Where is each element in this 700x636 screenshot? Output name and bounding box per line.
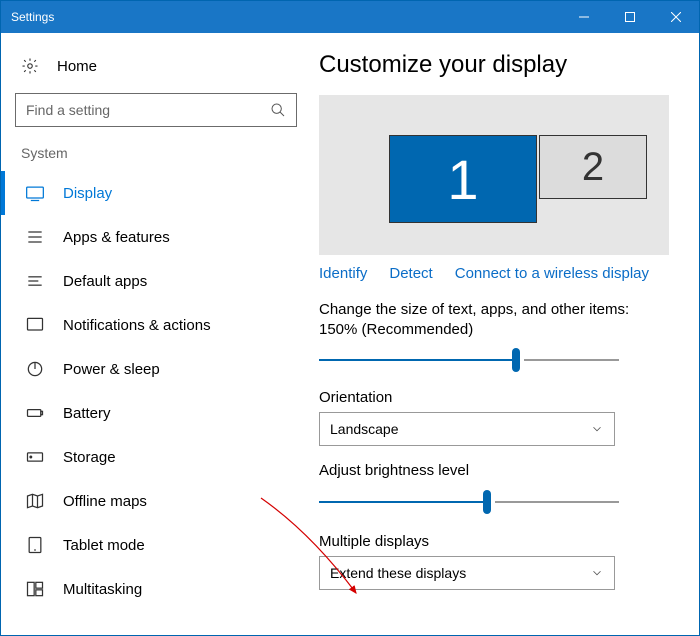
search-input[interactable]: Find a setting: [15, 93, 297, 127]
nav-label: Storage: [63, 449, 116, 466]
nav-label: Multitasking: [63, 581, 142, 598]
slider-track-empty: [495, 501, 619, 503]
power-icon: [25, 359, 45, 379]
scale-slider[interactable]: [319, 343, 619, 377]
gear-icon: [21, 57, 39, 75]
main-content: Customize your display 1 2 Identify Dete…: [311, 33, 699, 635]
maximize-button[interactable]: [607, 1, 653, 33]
slider-track-filled: [319, 501, 487, 503]
display-icon: [25, 183, 45, 203]
home-label: Home: [57, 58, 97, 75]
nav-label: Battery: [63, 405, 111, 422]
nav-label: Display: [63, 185, 112, 202]
nav-item-offline-maps[interactable]: Offline maps: [1, 479, 311, 523]
home-button[interactable]: Home: [1, 49, 311, 93]
multiple-displays-dropdown[interactable]: Extend these displays: [319, 556, 615, 590]
map-icon: [25, 491, 45, 511]
orientation-dropdown[interactable]: Landscape: [319, 412, 615, 446]
window-title: Settings: [11, 10, 54, 24]
scale-text: Change the size of text, apps, and other…: [319, 300, 669, 341]
nav-item-display[interactable]: Display: [1, 171, 311, 215]
battery-icon: [25, 403, 45, 423]
nav-label: Apps & features: [63, 229, 170, 246]
monitor-2[interactable]: 2: [539, 135, 647, 199]
nav-item-battery[interactable]: Battery: [1, 391, 311, 435]
preview-actions: Identify Detect Connect to a wireless di…: [319, 265, 669, 282]
detect-link[interactable]: Detect: [389, 265, 432, 282]
brightness-slider[interactable]: [319, 485, 619, 519]
nav-label: Default apps: [63, 273, 147, 290]
orientation-value: Landscape: [330, 421, 399, 437]
slider-track-filled: [319, 359, 516, 361]
chevron-down-icon: [590, 566, 604, 580]
nav-label: Tablet mode: [63, 537, 145, 554]
nav-item-tablet-mode[interactable]: Tablet mode: [1, 523, 311, 567]
close-button[interactable]: [653, 1, 699, 33]
maximize-icon: [625, 12, 635, 22]
settings-window: Settings Home Find a setting: [0, 0, 700, 636]
nav-item-notifications[interactable]: Notifications & actions: [1, 303, 311, 347]
multiple-displays-label: Multiple displays: [319, 533, 669, 550]
nav-label: Power & sleep: [63, 361, 160, 378]
chevron-down-icon: [590, 422, 604, 436]
default-apps-icon: [25, 271, 45, 291]
slider-track-empty: [524, 359, 619, 361]
window-body: Home Find a setting System Display Apps …: [1, 33, 699, 635]
nav-item-power-sleep[interactable]: Power & sleep: [1, 347, 311, 391]
search-placeholder: Find a setting: [26, 102, 110, 118]
title-bar: Settings: [1, 1, 699, 33]
close-icon: [671, 12, 681, 22]
minimize-icon: [579, 12, 589, 22]
display-preview[interactable]: 1 2: [319, 95, 669, 255]
section-label: System: [1, 145, 311, 171]
notifications-icon: [25, 315, 45, 335]
nav-list: Display Apps & features Default apps Not…: [1, 171, 311, 611]
nav-item-default-apps[interactable]: Default apps: [1, 259, 311, 303]
nav-item-storage[interactable]: Storage: [1, 435, 311, 479]
search-icon: [270, 102, 286, 118]
multiple-displays-value: Extend these displays: [330, 565, 466, 581]
monitor-1[interactable]: 1: [389, 135, 537, 223]
tablet-icon: [25, 535, 45, 555]
brightness-label: Adjust brightness level: [319, 462, 669, 479]
nav-item-apps-features[interactable]: Apps & features: [1, 215, 311, 259]
slider-thumb[interactable]: [483, 490, 491, 514]
sidebar: Home Find a setting System Display Apps …: [1, 33, 311, 635]
nav-item-multitasking[interactable]: Multitasking: [1, 567, 311, 611]
identify-link[interactable]: Identify: [319, 265, 367, 282]
connect-wireless-link[interactable]: Connect to a wireless display: [455, 265, 649, 282]
storage-icon: [25, 447, 45, 467]
slider-thumb[interactable]: [512, 348, 520, 372]
nav-label: Offline maps: [63, 493, 147, 510]
nav-label: Notifications & actions: [63, 317, 211, 334]
minimize-button[interactable]: [561, 1, 607, 33]
multitasking-icon: [25, 579, 45, 599]
orientation-label: Orientation: [319, 389, 669, 406]
window-controls: [561, 1, 699, 33]
page-title: Customize your display: [319, 51, 669, 79]
apps-icon: [25, 227, 45, 247]
